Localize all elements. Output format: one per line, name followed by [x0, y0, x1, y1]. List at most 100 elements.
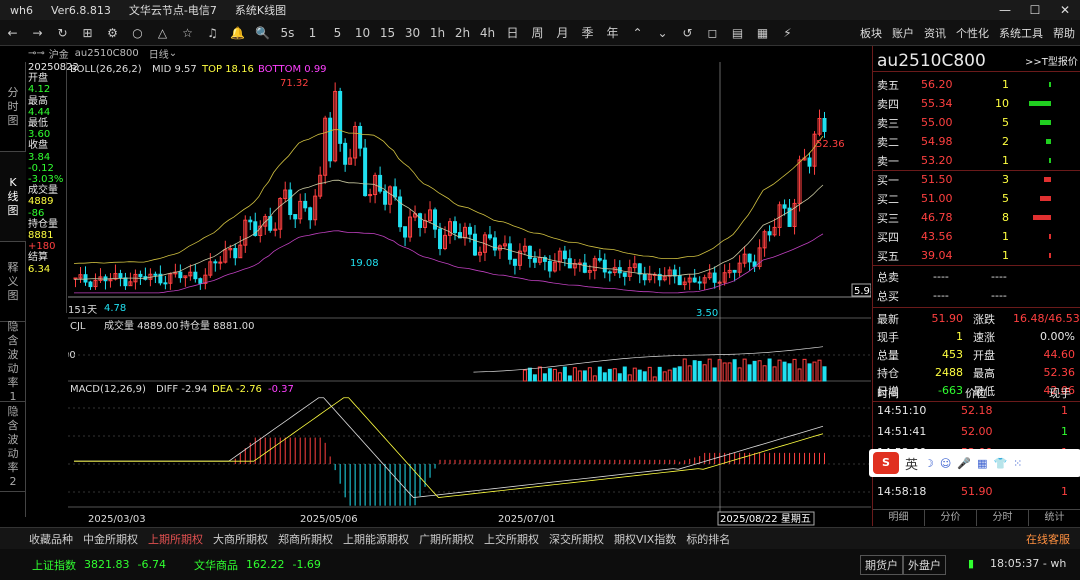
toolbar-btn-17[interactable]: 1h	[425, 20, 450, 46]
menu-3[interactable]: 个性化	[951, 25, 994, 41]
nav-char: K	[9, 175, 17, 189]
foreign-account-button[interactable]: 外盘户	[903, 555, 946, 575]
toolbar-btn-25[interactable]: ⌃	[625, 20, 650, 46]
futures-account-button[interactable]: 期货户	[860, 555, 903, 575]
toolbar-btn-24[interactable]: 年	[600, 20, 625, 46]
toolbar-btn-16[interactable]: 30	[400, 20, 425, 46]
ime-tool-icon[interactable]: ⁙	[1013, 457, 1022, 470]
candle-body	[338, 90, 343, 144]
tick-time: 14:51:41	[877, 425, 927, 438]
nav-view-0[interactable]: 分时图	[0, 62, 26, 152]
toolbar-btn-14[interactable]: 10	[350, 20, 375, 46]
ime-logo-icon[interactable]: S	[873, 452, 899, 474]
link-icon[interactable]: ⊸⊸	[28, 48, 45, 59]
volume-value: 4889	[28, 196, 54, 208]
candle-body	[717, 281, 722, 284]
high-value: 4.44	[28, 106, 51, 118]
toolbar-btn-27[interactable]: ↺	[675, 20, 700, 46]
toolbar-btn-3[interactable]: ⊞	[75, 20, 100, 46]
volume-bar	[597, 366, 602, 382]
quote-tab-2[interactable]: 分时	[977, 510, 1029, 526]
toolbar-btn-9[interactable]: 🔔	[225, 20, 250, 46]
tick-qty: 1	[1061, 425, 1068, 438]
candle-body	[343, 142, 348, 165]
market-tab-4[interactable]: 郑商所期权	[273, 531, 338, 547]
kline-svg[interactable]: BOLL(26,26,2) MID 9.57 TOP 18.16 BOTTOM 0.9…	[68, 46, 871, 526]
ask-qty: 2	[1002, 135, 1009, 148]
ime-tool-icon[interactable]: 👕	[993, 457, 1007, 470]
menu-2[interactable]: 资讯	[919, 25, 951, 41]
toolbar-btn-20[interactable]: 日	[500, 20, 525, 46]
ime-tool-icon[interactable]: 🎤	[957, 457, 971, 470]
toolbar-btn-31[interactable]: ⚡	[775, 20, 800, 46]
toolbar-btn-21[interactable]: 周	[525, 20, 550, 46]
volume-bar	[697, 360, 702, 382]
close-value: 3.84	[28, 151, 51, 163]
nav-view-4[interactable]: 隐含波动率2	[0, 402, 26, 492]
nav-view-2[interactable]: 释义图	[0, 242, 26, 322]
online-service-link[interactable]: 在线客服	[1026, 531, 1070, 547]
toolbar-btn-10[interactable]: 🔍	[250, 20, 275, 46]
menu-5[interactable]: 帮助	[1048, 25, 1080, 41]
ime-tool-icon[interactable]: ☽	[924, 457, 934, 470]
toolbar-btn-19[interactable]: 4h	[475, 20, 500, 46]
ask-price: 54.98	[921, 135, 953, 148]
toolbar-btn-23[interactable]: 季	[575, 20, 600, 46]
server-node: 文华云节点-电信7	[128, 4, 217, 17]
bid-qty: 1	[1002, 249, 1009, 262]
nav-char: 线	[7, 189, 19, 203]
market-tab-10[interactable]: 标的排名	[681, 531, 735, 547]
market-tab-3[interactable]: 大商所期权	[208, 531, 273, 547]
toolbar-btn-28[interactable]: ◻	[700, 20, 725, 46]
nav-view-3[interactable]: 隐含波动率1	[0, 320, 26, 403]
toolbar-btn-29[interactable]: ▤	[725, 20, 750, 46]
toolbar-right-menu: 板块 账户 资讯 个性化 系统工具 帮助	[855, 20, 1080, 46]
ask-level-label: 卖四	[877, 97, 899, 111]
bid-level-label: 买一	[877, 173, 899, 187]
nav-view-1[interactable]: K线图	[0, 152, 26, 242]
toolbar-btn-18[interactable]: 2h	[450, 20, 475, 46]
market-tab-1[interactable]: 中金所期权	[78, 531, 143, 547]
quote-tab-3[interactable]: 统计	[1029, 510, 1080, 526]
minimize-icon[interactable]: —	[990, 0, 1020, 20]
toolbar-btn-12[interactable]: 1	[300, 20, 325, 46]
toolbar-btn-8[interactable]: ♫	[200, 20, 225, 46]
market-tab-8[interactable]: 深交所期权	[544, 531, 609, 547]
kline-chart-area[interactable]: ⊸⊸ 沪金 au2510C800 日线 ⌄ BOLL(26,26,2) MID 9…	[28, 46, 871, 526]
quote-tab-1[interactable]: 分价	[925, 510, 977, 526]
quote-tab-0[interactable]: 明细	[873, 510, 925, 526]
toolbar-btn-30[interactable]: ▦	[750, 20, 775, 46]
close-icon[interactable]: ✕	[1050, 0, 1080, 20]
market-tab-5[interactable]: 上期能源期权	[338, 531, 414, 547]
toolbar-btn-4[interactable]: ⚙	[100, 20, 125, 46]
toolbar-btn-13[interactable]: 5	[325, 20, 350, 46]
toolbar-btn-2[interactable]: ↻	[50, 20, 75, 46]
candle-body	[677, 275, 682, 286]
menu-1[interactable]: 账户	[887, 25, 919, 41]
ime-tool-icon[interactable]: ▦	[977, 457, 987, 470]
market-tab-7[interactable]: 上交所期权	[479, 531, 544, 547]
toolbar-btn-0[interactable]: ←	[0, 20, 25, 46]
toolbar-btn-15[interactable]: 15	[375, 20, 400, 46]
toolbar-btn-22[interactable]: 月	[550, 20, 575, 46]
toolbar-btn-5[interactable]: ○	[125, 20, 150, 46]
market-tab-9[interactable]: 期权VIX指数	[609, 531, 681, 547]
tick-price: 51.90	[961, 485, 993, 498]
ime-mode[interactable]: 英	[905, 454, 918, 473]
t-quote-link[interactable]: >>T型报价	[1025, 53, 1078, 68]
current-price-label: 5.98	[854, 286, 871, 297]
maximize-icon[interactable]: ☐	[1020, 0, 1050, 20]
market-tab-2[interactable]: 上期所期权	[143, 531, 208, 547]
toolbar-btn-1[interactable]: →	[25, 20, 50, 46]
menu-4[interactable]: 系统工具	[994, 25, 1048, 41]
toolbar-btn-26[interactable]: ⌄	[650, 20, 675, 46]
macd-label: MACD(12,26,9)	[70, 384, 146, 395]
market-tab-6[interactable]: 广期所期权	[414, 531, 479, 547]
market-tab-0[interactable]: 收藏品种	[24, 531, 78, 547]
toolbar-btn-11[interactable]: 5s	[275, 20, 300, 46]
toolbar-btn-6[interactable]: △	[150, 20, 175, 46]
toolbar-btn-7[interactable]: ☆	[175, 20, 200, 46]
ime-tool-icon[interactable]: ☺	[940, 457, 951, 470]
ime-toolbar[interactable]: S 英 ☽ ☺ 🎤 ▦ 👕 ⁙	[869, 449, 1080, 477]
menu-0[interactable]: 板块	[855, 25, 887, 41]
